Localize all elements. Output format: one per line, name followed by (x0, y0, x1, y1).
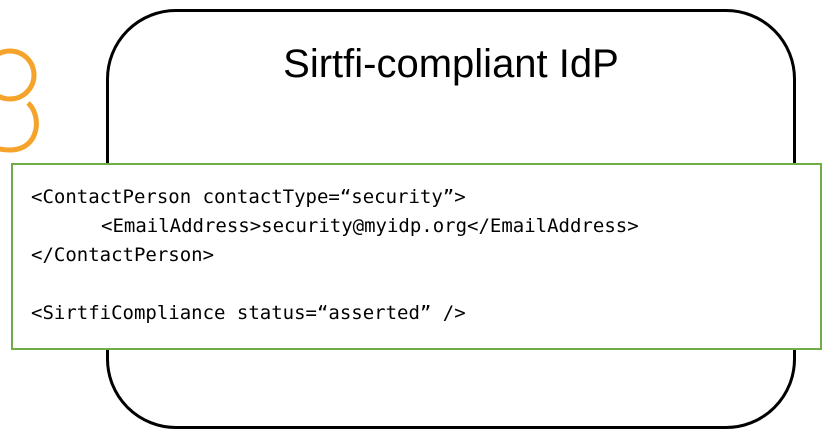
diagram-canvas: Sirtfi-compliant IdP <ContactPerson cont… (0, 0, 832, 429)
user-icon (0, 48, 39, 153)
metadata-code-box: <ContactPerson contactType=“security”> <E… (11, 163, 822, 350)
code-line-contact-open: <ContactPerson contactType=“security”> (31, 186, 466, 208)
code-line-sirtfi-compliance: <SirtfiCompliance status=“asserted” /> (31, 302, 466, 324)
idp-title: Sirtfi-compliant IdP (283, 42, 619, 86)
code-line-email: <EmailAddress>security@myidp.org</EmailA… (101, 215, 639, 237)
code-line-contact-close: </ContactPerson> (31, 244, 215, 266)
